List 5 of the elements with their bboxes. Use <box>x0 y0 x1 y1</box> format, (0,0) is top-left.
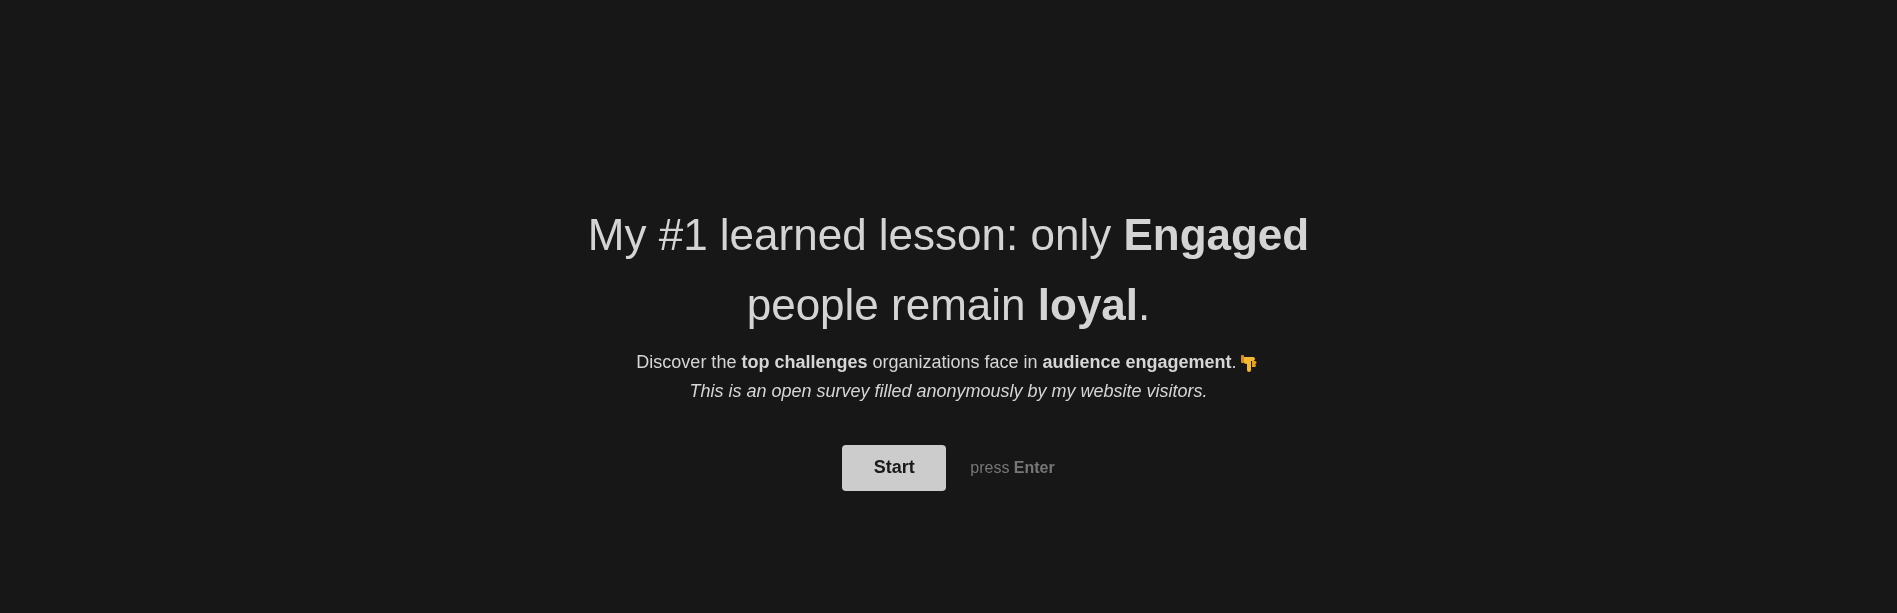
keyboard-hint: press Enter <box>970 457 1055 478</box>
headline: My #1 learned lesson: only Engaged people remain loyal. <box>586 209 1311 332</box>
survey-note: This is an open survey filled anonymously by my website visitors. <box>688 379 1209 403</box>
description: Discover the top challenges organizations face in audience engagement. <box>636 350 1237 374</box>
start-button[interactable]: Start <box>842 444 947 491</box>
